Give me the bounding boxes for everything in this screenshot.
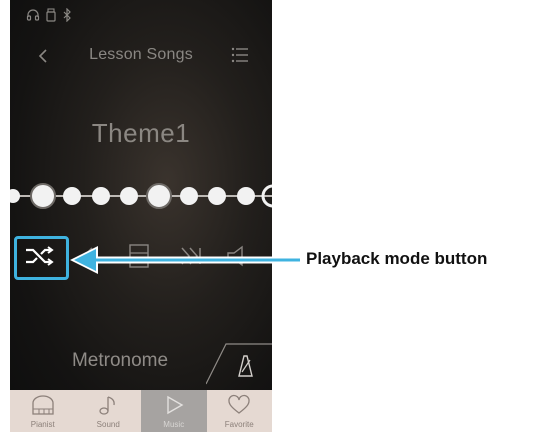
song-title: Theme1 xyxy=(91,118,191,148)
tab-sound[interactable]: Sound xyxy=(76,390,142,432)
dot-selected xyxy=(146,183,172,209)
dot xyxy=(208,187,226,205)
callout-label: Playback mode button xyxy=(306,249,488,268)
tab-pianist[interactable]: Pianist xyxy=(10,390,76,432)
tab-favorite[interactable]: Favorite xyxy=(207,390,273,432)
forward-icon[interactable] xyxy=(176,244,206,268)
metronome-bar[interactable]: Metronome xyxy=(10,340,272,386)
dot xyxy=(180,187,198,205)
bluetooth-icon xyxy=(63,8,71,22)
song-selector-dots[interactable] xyxy=(10,178,272,214)
playback-mode-highlight xyxy=(14,236,69,280)
heart-icon xyxy=(228,394,250,414)
tab-label: Music xyxy=(163,420,185,429)
rewind-icon[interactable] xyxy=(74,244,104,268)
dot xyxy=(120,187,138,205)
song-list-button[interactable] xyxy=(230,46,250,64)
piano-icon xyxy=(32,395,54,415)
dot xyxy=(237,187,255,205)
tab-music[interactable]: Music xyxy=(141,390,207,432)
usb-drive-icon xyxy=(46,8,56,22)
dot xyxy=(63,187,81,205)
play-icon xyxy=(167,395,184,415)
tab-label: Pianist xyxy=(30,420,55,429)
headphones-icon xyxy=(26,9,40,21)
tab-label: Favorite xyxy=(224,420,254,429)
dot xyxy=(10,189,20,203)
score-icon[interactable] xyxy=(126,242,152,270)
metronome-label: Metronome xyxy=(71,350,169,371)
volume-icon[interactable] xyxy=(224,244,258,268)
metronome-button[interactable] xyxy=(206,340,272,386)
phone-screen: Lesson Songs Theme1 Metronome Pianist So… xyxy=(10,0,272,432)
tab-label: Sound xyxy=(96,420,120,429)
navigation-bar: Lesson Songs xyxy=(10,38,272,74)
status-bar xyxy=(10,0,272,30)
dot xyxy=(33,186,53,206)
tab-bar: Pianist Sound Music Favorite xyxy=(10,390,272,432)
music-note-icon xyxy=(99,396,116,415)
dot xyxy=(92,187,110,205)
